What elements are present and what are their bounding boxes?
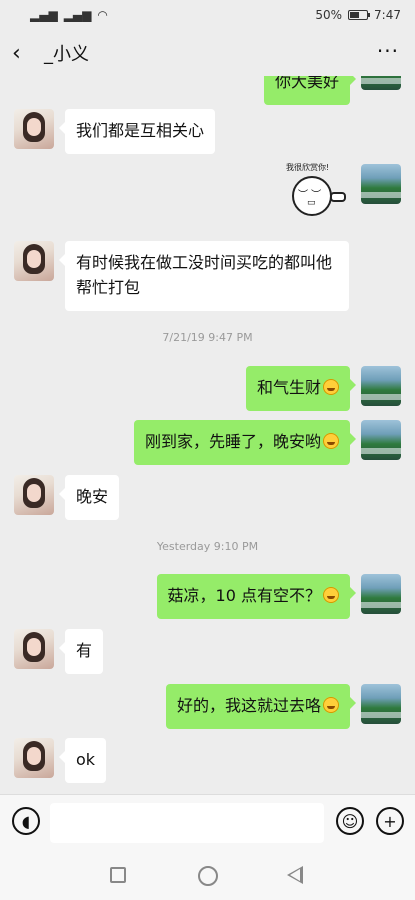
my-avatar[interactable] bbox=[361, 684, 401, 724]
message-text: 好的，我这就过去咯 bbox=[176, 696, 321, 715]
message-text: 菇凉，10 点有空不？ bbox=[167, 586, 321, 605]
title-bar: ‹ _小义 ··· bbox=[0, 30, 415, 76]
timestamp: Yesterday 9:10 PM bbox=[156, 540, 259, 553]
message-text: 刚到家，先睡了，晚安哟 bbox=[144, 432, 321, 451]
contact-avatar[interactable] bbox=[14, 475, 54, 515]
message-bubble-right[interactable]: 菇凉，10 点有空不？ bbox=[156, 574, 357, 619]
input-bar: ◖ ☺ + bbox=[0, 794, 415, 852]
message-bubble-left[interactable]: 晚安 bbox=[58, 475, 120, 520]
signal-icon: ▂▄▆ bbox=[30, 8, 58, 22]
message-bubble-right[interactable]: 你大美好 bbox=[263, 76, 357, 105]
back-nav-icon[interactable] bbox=[287, 866, 303, 884]
timestamp: 7/21/19 9:47 PM bbox=[162, 331, 253, 344]
contact-avatar[interactable] bbox=[14, 629, 54, 669]
message-bubble-left[interactable]: 有 bbox=[58, 629, 104, 674]
emoji-icon[interactable]: ☺ bbox=[336, 807, 364, 835]
my-avatar[interactable] bbox=[361, 420, 401, 460]
signal-indicators: ▂▄▆ ▂▄▆ ◠ bbox=[30, 8, 108, 22]
contact-avatar[interactable] bbox=[14, 738, 54, 778]
message-input[interactable] bbox=[50, 803, 324, 843]
message-bubble-right[interactable]: 刚到家，先睡了，晚安哟 bbox=[133, 420, 357, 465]
system-nav-bar bbox=[0, 852, 415, 900]
grin-emoji-icon bbox=[323, 433, 339, 449]
voice-icon[interactable]: ◖ bbox=[12, 807, 40, 835]
chat-area[interactable]: 你大美好 我们都是互相关心 我很欣赏你! 有时候我在做工没时间买吃的都叫他帮忙打… bbox=[0, 76, 415, 794]
status-right: 50% 7:47 bbox=[315, 8, 401, 22]
contact-avatar[interactable] bbox=[14, 241, 54, 281]
grin-emoji-icon bbox=[323, 697, 339, 713]
more-icon[interactable]: ··· bbox=[377, 39, 399, 63]
sticker-hand-icon bbox=[330, 192, 346, 202]
back-icon[interactable]: ‹ bbox=[12, 41, 38, 66]
wifi-icon: ◠ bbox=[97, 8, 108, 22]
recent-apps-icon[interactable] bbox=[110, 867, 126, 883]
my-avatar[interactable] bbox=[361, 574, 401, 614]
home-icon[interactable] bbox=[198, 866, 218, 886]
signal-icon-2: ▂▄▆ bbox=[63, 8, 92, 22]
add-icon[interactable]: + bbox=[376, 807, 404, 835]
grin-emoji-icon bbox=[323, 587, 339, 603]
battery-percent: 50% bbox=[315, 8, 343, 22]
contact-avatar[interactable] bbox=[14, 109, 54, 149]
status-bar: ▂▄▆ ▂▄▆ ◠ 50% 7:47 bbox=[0, 0, 415, 30]
battery-icon bbox=[348, 10, 371, 20]
message-bubble-left[interactable]: ok bbox=[58, 738, 107, 783]
message-bubble-right[interactable]: 好的，我这就过去咯 bbox=[165, 684, 357, 729]
message-bubble-left[interactable]: 有时候我在做工没时间买吃的都叫他帮忙打包 bbox=[59, 241, 349, 311]
sticker-message[interactable]: 我很欣赏你! bbox=[286, 162, 350, 222]
my-avatar[interactable] bbox=[361, 164, 401, 204]
message-bubble-right[interactable]: 和气生财 bbox=[245, 366, 357, 411]
message-bubble-left[interactable]: 我们都是互相关心 bbox=[58, 109, 216, 154]
my-avatar[interactable] bbox=[361, 366, 401, 406]
clock: 7:47 bbox=[374, 8, 401, 22]
sticker-caption: 我很欣赏你! bbox=[286, 163, 330, 172]
message-text: 和气生财 bbox=[256, 378, 321, 397]
sticker-face-icon bbox=[292, 176, 332, 216]
smile-emoji-icon bbox=[323, 379, 339, 395]
chat-title: _小义 bbox=[44, 44, 89, 65]
my-avatar[interactable] bbox=[361, 76, 401, 90]
